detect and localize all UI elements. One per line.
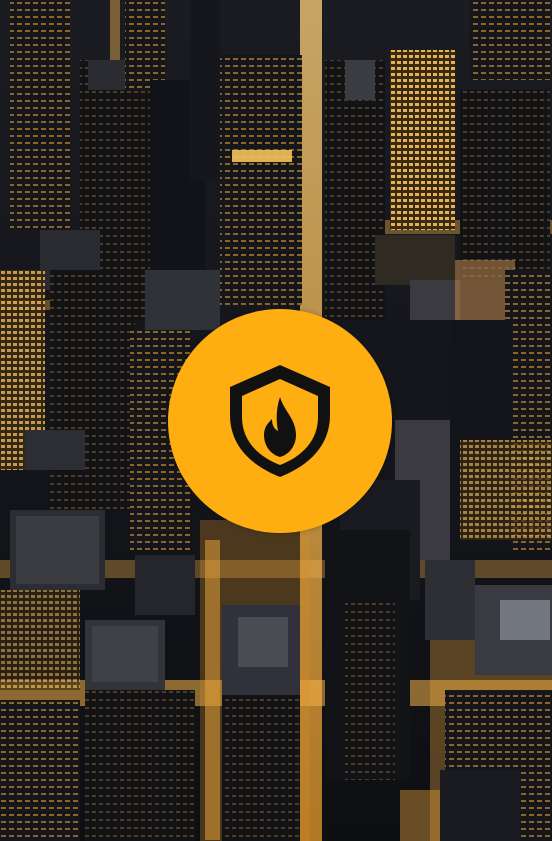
fire-shield-badge [168,309,392,533]
fire-shield-icon [230,365,330,477]
splash-screen [0,0,552,841]
